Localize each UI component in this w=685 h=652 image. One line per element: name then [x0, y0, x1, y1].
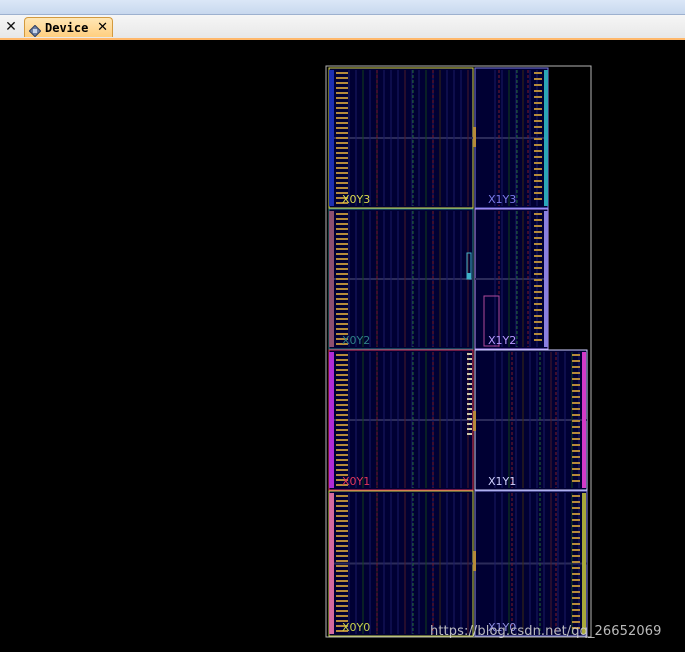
region-label-x0y0: X0Y0	[342, 621, 370, 634]
region-label-x0y3: X0Y3	[342, 193, 370, 206]
region-label-x1y1: X1Y1	[488, 475, 516, 488]
close-icon[interactable]: ✕	[0, 18, 22, 36]
tab-device[interactable]: Device ✕	[24, 17, 113, 37]
clock-region-x0y0[interactable]	[328, 490, 474, 637]
region-label-x0y1: X0Y1	[342, 475, 370, 488]
tab-device-label: Device	[45, 20, 89, 35]
tab-underline	[0, 38, 685, 40]
device-chip-icon	[28, 22, 42, 37]
clock-region-x1y0[interactable]	[474, 490, 588, 637]
clock-region-x0y1[interactable]	[328, 349, 474, 491]
tab-bar: ✕ Device ✕	[0, 15, 685, 40]
window-top-strip	[0, 0, 685, 15]
device-canvas[interactable]: X0Y3 X1Y3 X0Y2 X1Y2 X0Y1 X1Y1 X0Y0 X1Y0	[0, 41, 685, 652]
clock-region-x0y3[interactable]	[328, 67, 474, 209]
tab-close-icon[interactable]: ✕	[97, 20, 108, 35]
watermark-text: https://blog.csdn.net/qq_26652069	[430, 624, 662, 639]
region-label-x1y3: X1Y3	[488, 193, 516, 206]
device-view[interactable]: X0Y3 X1Y3X0Y2 X1Y2X0Y1 X1Y1X0Y0 X1Y0	[0, 41, 685, 652]
region-label-x0y2: X0Y2	[342, 334, 370, 347]
region-label-x1y2: X1Y2	[488, 334, 516, 347]
clock-region-x0y2[interactable]	[328, 208, 474, 350]
clock-region-x1y1[interactable]	[474, 349, 588, 491]
